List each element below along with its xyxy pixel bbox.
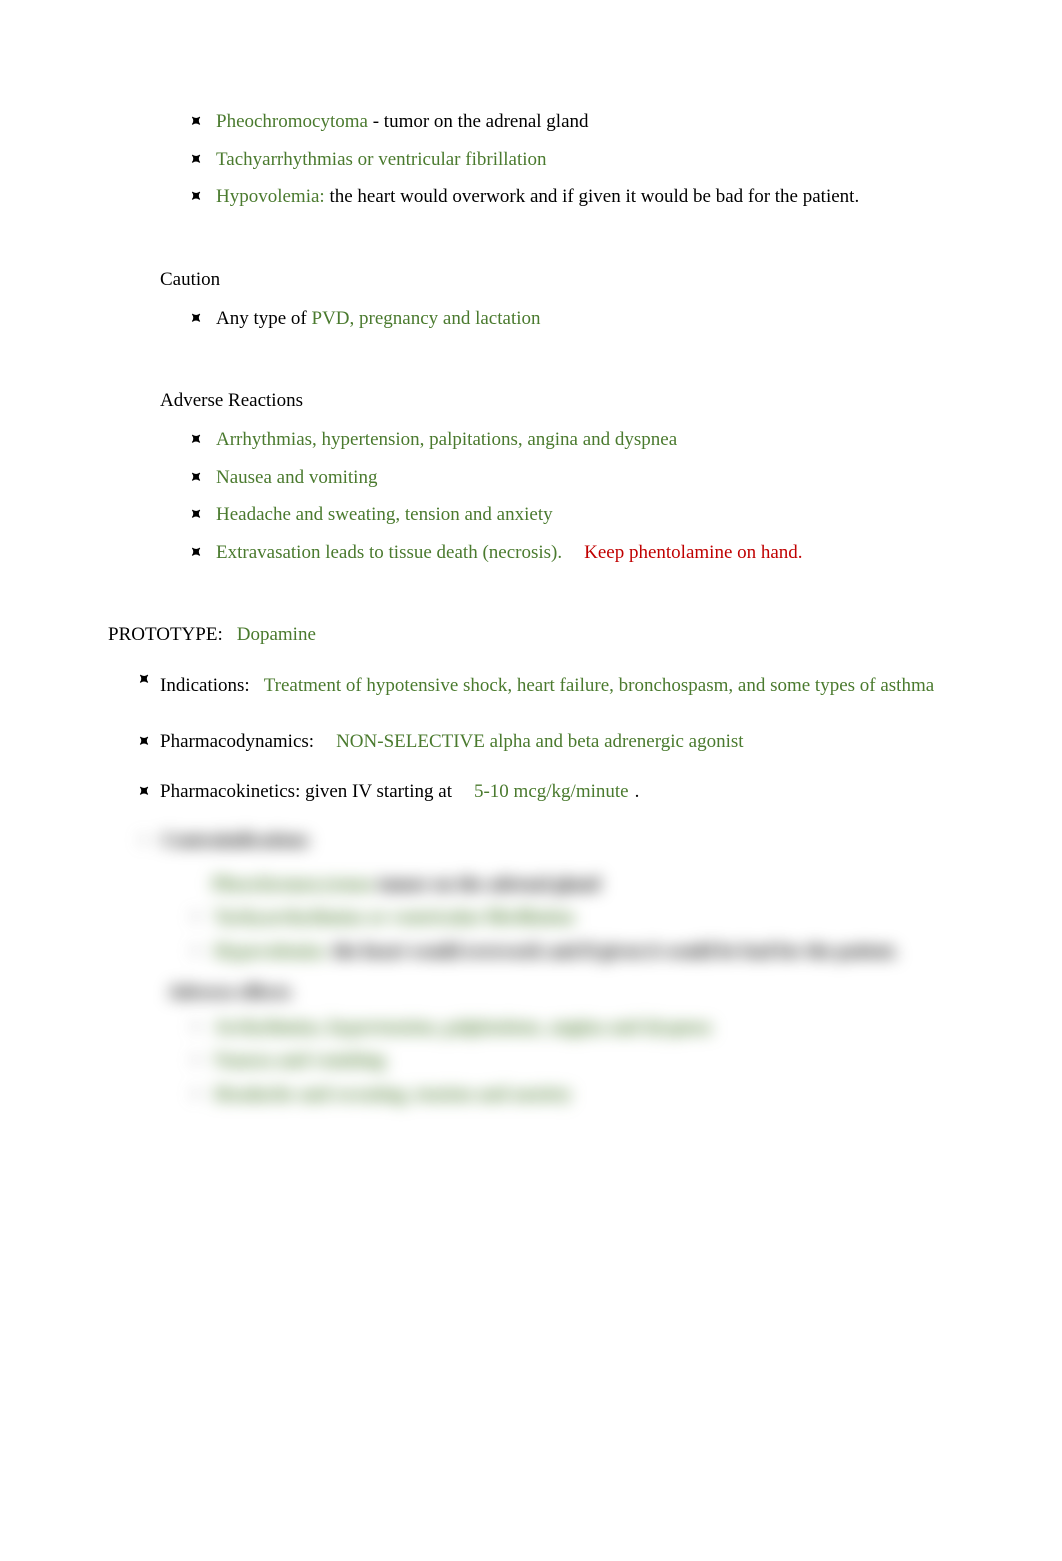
- bullet-icon: ⯍: [186, 503, 206, 526]
- bullet-icon: ⯍: [186, 428, 206, 451]
- highlight-text: Arrhythmias, hypertension, palpitations,…: [214, 1017, 711, 1038]
- list-item: ● Tachyarrhythmias or ventricular fibril…: [186, 904, 982, 932]
- blur-contra-bullets: Pheochromocytoma tumor on the adrenal gl…: [108, 871, 982, 966]
- list-item-text: Pharmacokinetics: given IV starting at 5-…: [160, 778, 982, 806]
- bullet-icon: ⯍: [186, 185, 206, 208]
- list-item: ⯍ Extravasation leads to tissue death (n…: [186, 539, 982, 567]
- list-item: ⯍ Pharmacodynamics: NON-SELECTIVE alpha a…: [134, 728, 982, 756]
- section-heading-adverse-effects: Adverse effects: [108, 982, 982, 1004]
- list-item: ● Contraindications: [134, 827, 982, 855]
- bullet-icon: ⯍: [186, 466, 206, 489]
- highlight-text: Headache and sweating, tension and anxie…: [216, 504, 553, 525]
- list-item-text: Pheochromocytoma tumor on the adrenal gl…: [212, 871, 982, 899]
- list-item-text: Tachyarrhythmias or ventricular fibrilla…: [216, 146, 982, 174]
- highlight-text: 5-10 mcg/kg/minute: [474, 781, 629, 802]
- bullet-icon: ⯍: [134, 730, 154, 753]
- bullet-icon: ●: [186, 942, 206, 959]
- prototype-line: PROTOTYPE: Dopamine: [108, 624, 982, 646]
- highlight-text: Nausea and vomiting: [216, 467, 377, 488]
- section-heading-contraindications: Contraindications: [162, 830, 309, 851]
- highlight-text: Hypovolemia:: [216, 186, 325, 207]
- list-item: ⯍ Hypovolemia: the heart would overwork …: [186, 183, 982, 211]
- bullet-icon: ⯍: [186, 541, 206, 564]
- highlight-text: Pheochromocytoma: [212, 874, 373, 895]
- blurred-content: ● Contraindications Pheochromocytoma tum…: [108, 827, 982, 1108]
- list-item: ⯍ Headache and sweating, tension and anx…: [186, 501, 982, 529]
- bullet-icon: ●: [134, 831, 154, 848]
- prototype-label: PROTOTYPE:: [108, 624, 223, 645]
- field-label: Pharmacokinetics: given IV starting at: [160, 781, 452, 802]
- highlight-text: Headache and sweating, tension and anxie…: [214, 1084, 572, 1105]
- list-item-text: Nausea and vomiting: [216, 464, 982, 492]
- top-bullets: ⯍ Pheochromocytoma - tumor on the adrena…: [108, 108, 982, 211]
- caution-bullets: ⯍ Any type of PVD, pregnancy and lactati…: [108, 305, 982, 333]
- list-item-text: Contraindications: [162, 827, 982, 855]
- list-item-text: Indications: Treatment of hypotensive sho…: [160, 666, 982, 706]
- list-item-text: Pharmacodynamics: NON-SELECTIVE alpha and…: [160, 728, 982, 756]
- list-item: ⯍ Any type of PVD, pregnancy and lactati…: [186, 305, 982, 333]
- highlight-text: Tachyarrhythmias or ventricular fibrilla…: [216, 149, 547, 170]
- list-item-text: Arrhythmias, hypertension, palpitations,…: [216, 426, 982, 454]
- blur-contra-row: ● Contraindications: [108, 827, 982, 855]
- highlight-text: Nausea and vomiting: [214, 1050, 385, 1071]
- list-item: ● Hypovolemia: the heart would overwork …: [186, 938, 982, 966]
- bullet-icon: ⯍: [134, 668, 154, 691]
- bullet-icon: ●: [186, 1051, 206, 1068]
- adverse-bullets: ⯍ Arrhythmias, hypertension, palpitation…: [108, 426, 982, 566]
- body-text: - tumor on the adrenal gland: [368, 111, 589, 132]
- bullet-icon: ●: [186, 1018, 206, 1035]
- bullet-icon: ⯍: [186, 307, 206, 330]
- document-content: ⯍ Pheochromocytoma - tumor on the adrena…: [0, 108, 1062, 1108]
- list-item: ⯍ Tachyarrhythmias or ventricular fibril…: [186, 146, 982, 174]
- highlight-text: Pheochromocytoma: [216, 111, 368, 132]
- body-text: Any type of: [216, 308, 312, 329]
- bullet-icon: ⯍: [186, 110, 206, 133]
- list-item: ⯍ Indications: Treatment of hypotensive s…: [134, 666, 982, 706]
- list-item-text: Hypovolemia: the heart would overwork an…: [216, 183, 982, 211]
- highlight-text: Arrhythmias, hypertension, palpitations,…: [216, 429, 677, 450]
- bullet-icon: ●: [186, 908, 206, 925]
- list-item: ⯍ Nausea and vomiting: [186, 464, 982, 492]
- list-item-text: Extravasation leads to tissue death (nec…: [216, 539, 982, 567]
- bullet-icon: ⯍: [134, 780, 154, 803]
- prototype-name: Dopamine: [237, 624, 316, 645]
- bullet-icon: ⯍: [186, 148, 206, 171]
- list-item-text: Headache and sweating, tension and anxie…: [216, 501, 982, 529]
- list-item-text: Headache and sweating, tension and anxie…: [214, 1081, 982, 1109]
- list-item-text: Arrhythmias, hypertension, palpitations,…: [214, 1014, 982, 1042]
- list-item: ● Headache and sweating, tension and anx…: [186, 1081, 982, 1109]
- list-item: ● Nausea and vomiting: [186, 1047, 982, 1075]
- list-item-text: Hypovolemia: the heart would overwork an…: [214, 938, 982, 966]
- highlight-text: Treatment of hypotensive shock, heart fa…: [264, 675, 934, 696]
- highlight-text: Tachyarrhythmias or ventricular fibrilla…: [214, 907, 574, 928]
- blur-adverse-bullets: ● Arrhythmias, hypertension, palpitation…: [108, 1014, 982, 1109]
- field-label: Pharmacodynamics:: [160, 731, 314, 752]
- list-item-text: Tachyarrhythmias or ventricular fibrilla…: [214, 904, 982, 932]
- list-item-text: Pheochromocytoma - tumor on the adrenal …: [216, 108, 982, 136]
- highlight-text: Hypovolemia:: [214, 941, 328, 962]
- list-item: ⯍ Pheochromocytoma - tumor on the adrena…: [186, 108, 982, 136]
- section-heading-adverse: Adverse Reactions: [108, 390, 982, 412]
- body-text: the heart would overwork and if given it…: [325, 186, 860, 207]
- list-item-text: Nausea and vomiting: [214, 1047, 982, 1075]
- highlight-text: Extravasation leads to tissue death (nec…: [216, 542, 562, 563]
- list-item: Pheochromocytoma tumor on the adrenal gl…: [186, 871, 982, 899]
- warning-text: Keep phentolamine on hand.: [584, 542, 802, 563]
- body-text: .: [635, 781, 640, 802]
- highlight-text: PVD, pregnancy and lactation: [312, 308, 541, 329]
- section-heading-caution: Caution: [108, 269, 982, 291]
- field-label: Indications:: [160, 675, 250, 696]
- list-item: ⯍ Arrhythmias, hypertension, palpitation…: [186, 426, 982, 454]
- body-text: the heart would overwork and if given it…: [328, 941, 898, 962]
- prototype-bullets: ⯍ Indications: Treatment of hypotensive s…: [108, 666, 982, 805]
- list-item-text: Any type of PVD, pregnancy and lactation: [216, 305, 982, 333]
- bullet-icon: ●: [186, 1085, 206, 1102]
- highlight-text: NON-SELECTIVE alpha and beta adrenergic …: [336, 731, 744, 752]
- list-item: ● Arrhythmias, hypertension, palpitation…: [186, 1014, 982, 1042]
- list-item: ⯍ Pharmacokinetics: given IV starting at…: [134, 778, 982, 806]
- body-text: tumor on the adrenal gland: [373, 874, 600, 895]
